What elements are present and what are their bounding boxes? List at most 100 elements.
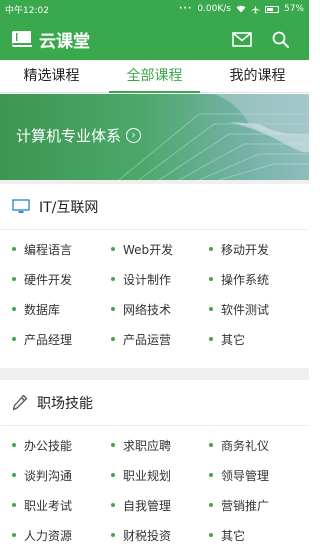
bullet-dot-icon: [209, 247, 213, 251]
category-item[interactable]: 办公技能: [12, 436, 72, 454]
tab-my-courses[interactable]: 我的课程: [206, 60, 309, 92]
status-indicators: ··· 0.00K/s 57%: [179, 4, 304, 14]
category-label: 网络技术: [123, 302, 172, 317]
category-label: 求职应聘: [123, 438, 172, 453]
bullet-dot-icon: [209, 277, 213, 281]
category-label: 其它: [221, 528, 246, 543]
category-item[interactable]: 数据库: [12, 300, 60, 318]
message-button[interactable]: [223, 21, 261, 57]
category-label: 编程语言: [24, 242, 73, 257]
section-divider: [0, 368, 309, 380]
status-bar: 中午12:02 ··· 0.00K/s 57%: [0, 0, 309, 18]
course-tabs: 精选课程 全部课程 我的课程: [0, 60, 309, 93]
bullet-dot-icon: [111, 473, 115, 477]
airplane-icon: [251, 4, 260, 14]
mail-icon: [232, 31, 252, 47]
bullet-dot-icon: [12, 473, 16, 477]
bullet-dot-icon: [111, 307, 115, 311]
category-item[interactable]: 职业规划: [111, 466, 171, 484]
category-item[interactable]: 网络技术: [111, 300, 171, 318]
bullet-dot-icon: [209, 503, 213, 507]
category-item[interactable]: 财税投资: [111, 526, 171, 544]
app-logo: 云课堂: [10, 27, 223, 52]
bullet-dot-icon: [111, 443, 115, 447]
bullet-dot-icon: [209, 337, 213, 341]
category-item[interactable]: 商务礼仪: [209, 436, 269, 454]
category-item[interactable]: 操作系统: [209, 270, 269, 288]
category-item[interactable]: 编程语言: [12, 240, 72, 258]
wifi-icon: [236, 5, 246, 13]
banner-title: 计算机专业体系 ›: [16, 125, 142, 146]
bullet-dot-icon: [111, 277, 115, 281]
bullet-dot-icon: [12, 533, 16, 537]
book-logo-icon: [12, 31, 32, 47]
bullet-dot-icon: [209, 533, 213, 537]
category-item[interactable]: 谈判沟通: [12, 466, 72, 484]
category-item[interactable]: 营销推广: [209, 496, 269, 514]
tab-all-courses[interactable]: 全部课程: [103, 60, 206, 93]
category-item[interactable]: 设计制作: [111, 270, 171, 288]
category-item[interactable]: 求职应聘: [111, 436, 171, 454]
category-label: 商务礼仪: [221, 438, 270, 453]
category-item[interactable]: 其它: [209, 526, 245, 544]
bullet-dot-icon: [12, 277, 16, 281]
category-item[interactable]: 职业考试: [12, 496, 72, 514]
category-grid-it: 编程语言 Web开发 移动开发 硬件开发 设计制作 操作系统 数据库 网络技术 …: [0, 230, 309, 350]
battery-level: 57%: [283, 4, 304, 14]
category-label: 设计制作: [123, 272, 172, 287]
bullet-dot-icon: [12, 247, 16, 251]
category-label: 移动开发: [221, 242, 270, 257]
category-item[interactable]: 产品运营: [111, 330, 171, 348]
keyboard-hand-image: [119, 94, 309, 180]
banner-text: 计算机专业体系: [16, 127, 122, 145]
section-title-it: IT/互联网: [39, 199, 99, 216]
category-label: 其它: [221, 332, 246, 347]
network-speed: 0.00K/s: [197, 4, 231, 14]
bullet-dot-icon: [12, 503, 16, 507]
category-label: 产品运营: [123, 332, 172, 347]
arrow-right-icon: ›: [126, 128, 142, 143]
category-item[interactable]: 硬件开发: [12, 270, 72, 288]
category-label: 领导管理: [221, 468, 270, 483]
bullet-dot-icon: [209, 443, 213, 447]
category-label: Web开发: [123, 242, 174, 257]
category-label: 谈判沟通: [24, 468, 73, 483]
category-label: 数据库: [24, 302, 61, 317]
section-title-career: 职场技能: [37, 395, 93, 412]
category-item[interactable]: 移动开发: [209, 240, 269, 258]
monitor-icon: [12, 199, 30, 213]
category-item[interactable]: 领导管理: [209, 466, 269, 484]
category-grid-career: 办公技能 求职应聘 商务礼仪 谈判沟通 职业规划 领导管理 职业考试 自我管理 …: [0, 426, 309, 550]
category-item[interactable]: 其它: [209, 330, 245, 348]
category-label: 自我管理: [123, 498, 172, 513]
bullet-dot-icon: [12, 337, 16, 341]
more-dots-icon: ···: [179, 4, 193, 14]
category-item[interactable]: 软件测试: [209, 300, 269, 318]
category-label: 职业规划: [123, 468, 172, 483]
tab-featured[interactable]: 精选课程: [0, 60, 103, 92]
app-header: 云课堂: [0, 18, 309, 60]
category-label: 营销推广: [221, 498, 270, 513]
bullet-dot-icon: [209, 307, 213, 311]
bullet-dot-icon: [12, 307, 16, 311]
category-label: 操作系统: [221, 272, 270, 287]
bullet-dot-icon: [111, 337, 115, 341]
battery-icon: [264, 5, 279, 13]
category-label: 职业考试: [24, 498, 73, 513]
category-item[interactable]: 自我管理: [111, 496, 171, 514]
status-time: 中午12:02: [5, 5, 49, 16]
bullet-dot-icon: [12, 443, 16, 447]
category-label: 产品经理: [24, 332, 73, 347]
bullet-dot-icon: [111, 247, 115, 251]
category-item[interactable]: 人力资源: [12, 526, 72, 544]
bullet-dot-icon: [111, 533, 115, 537]
category-item[interactable]: 产品经理: [12, 330, 72, 348]
category-item[interactable]: Web开发: [111, 240, 173, 258]
section-header-career: 职场技能: [0, 380, 309, 426]
section-header-it: IT/互联网: [0, 184, 309, 230]
category-label: 软件测试: [221, 302, 270, 317]
search-button[interactable]: [261, 21, 299, 57]
promo-banner[interactable]: 计算机专业体系 ›: [0, 94, 309, 180]
app-name: 云课堂: [39, 31, 90, 52]
category-label: 办公技能: [24, 438, 73, 453]
